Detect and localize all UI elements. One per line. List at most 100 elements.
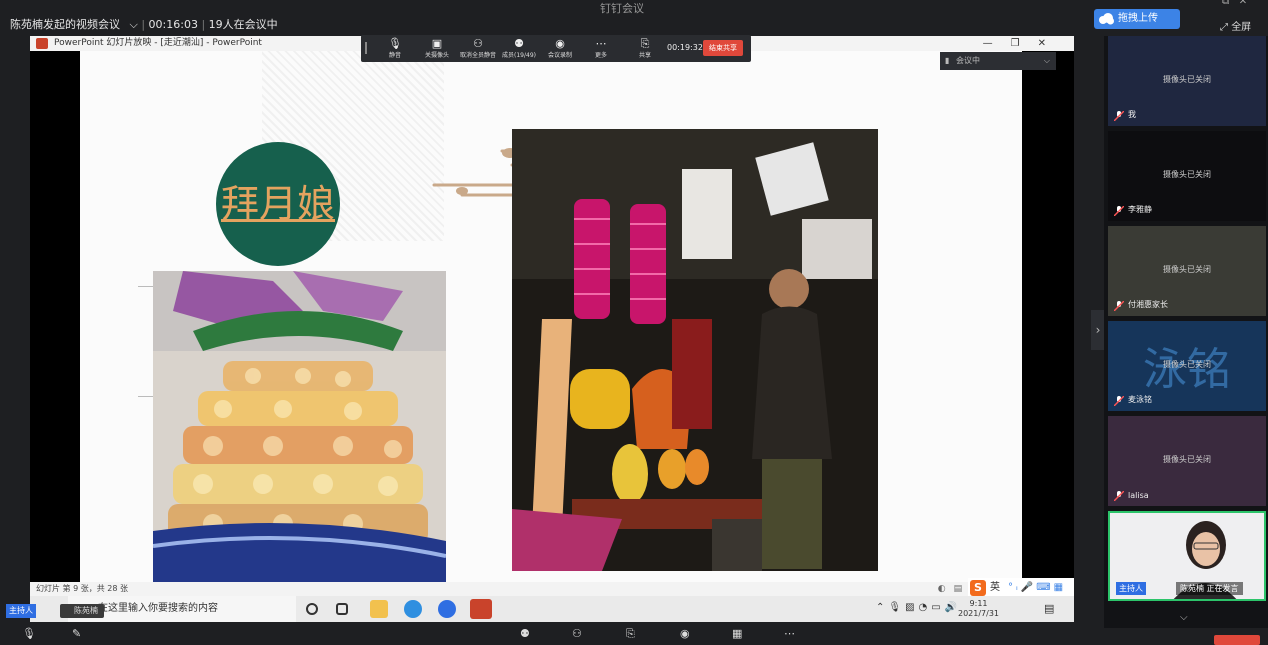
popout-icon[interactable]: ⧉ (1222, 0, 1229, 7)
window-controls[interactable]: ⧉ ✕ (1222, 0, 1247, 7)
collapse-panel-button[interactable]: › (1091, 310, 1105, 350)
divider (138, 396, 154, 397)
close-icon[interactable]: ✕ (1239, 0, 1247, 7)
share-icon: ⎘ (640, 37, 650, 50)
participant-panel: 摄像头已关闭 我 摄像头已关闭 李雅静 摄像头已关闭 付湘惠家长 泳铭 摄像头已… (1104, 36, 1268, 628)
members-icon: ⚉ (514, 37, 524, 50)
ime-toolbar[interactable]: S 英 °ᵢ🎤⌨▦ (968, 578, 1074, 598)
record-button[interactable]: ◉ 会议录制 (540, 37, 580, 59)
mic-muted-icon (1114, 206, 1124, 216)
windows-taskbar: 在这里输入你要搜索的内容 ⌃🎙▨◔▭🔊 9:11 2021/7/31 ▤ (30, 596, 1074, 622)
meeting-title[interactable]: 陈苑楠发起的视频会议 (10, 18, 120, 31)
file-explorer-icon[interactable] (370, 600, 388, 618)
cloud-icon (1099, 13, 1114, 25)
mic-icon: 🎙 (388, 37, 402, 50)
upload-label: 拖拽上传 (1118, 13, 1158, 24)
share-label: 共享 (638, 52, 651, 59)
system-tray-icons[interactable]: ⌃🎙▨◔▭🔊 (876, 602, 961, 613)
bottom-controls: 🎙 ✎ ⚉ ⚇ ⎘ ◉ ▦ ⋯ (0, 627, 1268, 645)
mic-muted-icon (1114, 111, 1124, 121)
mic-icon[interactable]: 🎙 (22, 627, 36, 640)
signal-icon: ▮ (945, 56, 950, 65)
mute-button[interactable]: 🎙 静音 (375, 37, 415, 59)
edge-icon[interactable] (404, 600, 422, 618)
camera-off-button[interactable]: ▣ 关摄像头 (417, 37, 457, 59)
participant-name: 我 (1128, 110, 1136, 119)
share-icon[interactable]: ⎘ (626, 627, 635, 641)
chevron-down-icon[interactable]: ⌵ (130, 18, 138, 31)
attendance-count[interactable]: 19人在会议中 (209, 18, 278, 31)
edit-icon[interactable]: ✎ (72, 627, 81, 640)
participant-name: lalisa (1128, 491, 1149, 500)
slide: 拜月娘 (80, 51, 1022, 582)
fullscreen-icon: ⤢ (1220, 22, 1228, 33)
fullscreen-label: 全屏 (1231, 22, 1252, 33)
meeting-toolbar: 🎙 静音 ▣ 关摄像头 ⚇ 取消全员静音 ⚉ 成员(19/49) ◉ 会议录制 … (361, 35, 751, 62)
ppt-window-controls[interactable]: —❐✕ (983, 36, 1064, 51)
chevron-down-icon[interactable]: ⌵ (1180, 612, 1188, 623)
leave-button[interactable] (1214, 635, 1260, 645)
members-label: 成员(19/49) (502, 52, 536, 59)
invite-icon[interactable]: ⚇ (572, 627, 582, 640)
fullscreen-button[interactable]: ⤢ 全屏 (1220, 18, 1251, 33)
camera-off-text: 摄像头已关闭 (1163, 265, 1211, 274)
participant-tile[interactable]: 摄像头已关闭 付湘惠家长 (1108, 226, 1266, 316)
members-icon[interactable]: ⚉ (520, 627, 530, 640)
ppt-title: PowerPoint 幻灯片放映 - [走近潮汕] - PowerPoint (54, 38, 262, 48)
end-share-button[interactable]: 结束共享 (703, 40, 743, 56)
task-view-icon[interactable] (336, 603, 348, 615)
meeting-elapsed: 00:16:03 (148, 18, 198, 31)
ime-tools-icons[interactable]: °ᵢ🎤⌨▦ (1008, 578, 1066, 598)
participant-tile[interactable]: 泳铭 摄像头已关闭 麦泳铭 (1108, 321, 1266, 411)
more-label: 更多 (594, 52, 607, 59)
sogou-ime-icon[interactable]: S (970, 580, 986, 596)
host-badge: 主持人 (6, 604, 36, 618)
altar-night-photo (512, 129, 878, 571)
record-icon[interactable]: ◉ (680, 627, 690, 640)
more-icon[interactable]: ⋯ (784, 627, 795, 640)
participant-tile[interactable]: 摄像头已关闭 李雅静 (1108, 131, 1266, 221)
slide-counter: 幻灯片 第 9 张，共 28 张 (36, 584, 128, 593)
divider (138, 286, 154, 287)
share-button[interactable]: ⎘ 共享 (625, 37, 665, 59)
powerpoint-icon (36, 38, 48, 49)
meeting-status-pill[interactable]: ▮ 会议中 ⌵ (940, 52, 1056, 70)
speaking-indicator: 陈苑楠 正在发言 (1176, 582, 1243, 595)
dingtalk-icon[interactable] (438, 600, 456, 618)
active-speaker-tile[interactable]: 主持人 陈苑楠 正在发言 (1108, 511, 1266, 601)
record-label: 会议录制 (547, 52, 572, 59)
camera-off-text: 摄像头已关闭 (1163, 360, 1211, 369)
cortana-icon[interactable] (306, 603, 318, 615)
meeting-info: 陈苑楠发起的视频会议 ⌵ | 00:16:03 | 19人在会议中 (10, 18, 278, 31)
window-title: 钉钉会议 (600, 2, 644, 15)
more-button[interactable]: ⋯ 更多 (581, 37, 621, 59)
drag-handle[interactable] (365, 42, 367, 54)
taskbar-search-text: 在这里输入你要搜索的内容 (98, 603, 218, 614)
powerpoint-taskbar-icon[interactable] (470, 599, 492, 619)
participant-tile[interactable]: 摄像头已关闭 lalisa (1108, 416, 1266, 506)
mic-muted-icon (1114, 396, 1124, 406)
slide-title: 拜月娘 (220, 182, 335, 226)
participant-tile[interactable]: 摄像头已关闭 我 (1108, 36, 1266, 126)
camera-off-text: 摄像头已关闭 (1163, 170, 1211, 179)
taskbar-clock[interactable]: 9:11 2021/7/31 (958, 599, 999, 619)
chevron-down-icon: ⌵ (1043, 56, 1050, 65)
mic-muted-icon (1114, 301, 1124, 311)
mic-muted-icon (1114, 491, 1124, 501)
host-badge: 主持人 (1116, 582, 1146, 595)
camera-off-text: 摄像头已关闭 (1163, 455, 1211, 464)
participant-name: 付湘惠家长 (1128, 300, 1168, 309)
unmute-all-label: 取消全员静音 (459, 52, 496, 59)
mute-all-icon: ⚇ (473, 37, 483, 50)
ime-language[interactable]: 英 (990, 578, 1000, 598)
unmute-all-button[interactable]: ⚇ 取消全员静音 (457, 37, 499, 59)
mute-label: 静音 (388, 52, 401, 59)
camera-label: 关摄像头 (424, 52, 449, 59)
notification-icon[interactable]: ▤ (1044, 602, 1054, 615)
upload-button[interactable]: 拖拽上传 (1094, 9, 1180, 29)
camera-off-text: 摄像头已关闭 (1163, 75, 1211, 84)
host-name-label: 陈苑楠 (60, 604, 104, 618)
grid-icon[interactable]: ▦ (732, 627, 742, 640)
share-timer: 00:19:32 (667, 43, 703, 52)
members-button[interactable]: ⚉ 成员(19/49) (499, 37, 539, 59)
